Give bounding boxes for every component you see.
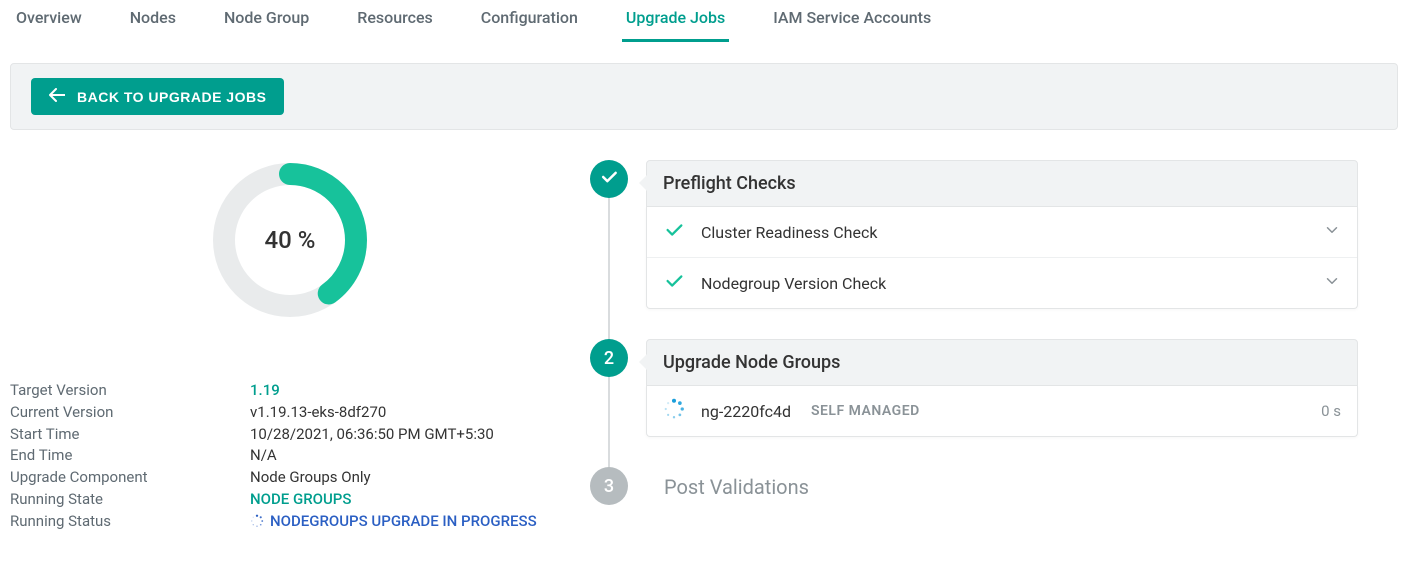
tab-overview[interactable]: Overview [12,0,86,42]
step-post-validations: 3 Post Validations [590,467,1358,505]
detail-end-time: End Time N/A [10,445,570,467]
tab-upgrade-jobs[interactable]: Upgrade Jobs [622,0,729,42]
detail-value: NODEGROUPS UPGRADE IN PROGRESS [250,511,537,533]
tab-nodes[interactable]: Nodes [126,0,180,42]
step-body: Post Validations [646,467,1358,499]
spinner-icon [663,398,685,424]
back-button-label: BACK TO UPGRADE JOBS [77,89,266,105]
tab-iam-service-accounts[interactable]: IAM Service Accounts [769,0,935,42]
progress-ring: 40 % [210,160,370,320]
detail-start-time: Start Time 10/28/2021, 06:36:50 PM GMT+5… [10,424,570,446]
detail-key: Running Status [10,511,250,533]
tab-resources[interactable]: Resources [353,0,437,42]
detail-current-version: Current Version v1.19.13-eks-8df270 [10,402,570,424]
step-items: ng-2220fc4d SELF MANAGED 0 s [646,386,1358,437]
detail-key: Start Time [10,424,250,446]
detail-value: N/A [250,445,277,467]
check-nodegroup-version[interactable]: Nodegroup Version Check [647,257,1357,308]
detail-value: 1.19 [250,380,280,402]
detail-value: v1.19.13-eks-8df270 [250,402,386,424]
step-upgrade-nodegroups: 2 Upgrade Node Groups ng-2220fc4d SELF M… [590,339,1358,437]
details: Target Version 1.19 Current Version v1.1… [10,380,570,532]
check-icon [663,270,685,296]
check-icon [599,167,619,192]
step-marker-done [590,160,628,198]
tab-node-group[interactable]: Node Group [220,0,313,42]
chevron-down-icon [1323,272,1341,294]
back-button[interactable]: BACK TO UPGRADE JOBS [31,78,284,115]
nodegroup-badge: SELF MANAGED [811,403,920,419]
step-preflight: Preflight Checks Cluster Readiness Check [590,160,1358,309]
detail-upgrade-component: Upgrade Component Node Groups Only [10,467,570,489]
nodegroup-item[interactable]: ng-2220fc4d SELF MANAGED 0 s [647,386,1357,436]
detail-running-state: Running State NODE GROUPS [10,489,570,511]
detail-target-version: Target Version 1.19 [10,380,570,402]
detail-value: Node Groups Only [250,467,371,489]
left-column: 40 % Target Version 1.19 Current Version… [10,160,570,532]
detail-value: 10/28/2021, 06:36:50 PM GMT+5:30 [250,424,494,446]
detail-key: Upgrade Component [10,467,250,489]
arrow-left-icon [49,88,65,105]
step-header-post: Post Validations [646,467,1358,499]
check-cluster-readiness[interactable]: Cluster Readiness Check [647,207,1357,257]
back-bar: BACK TO UPGRADE JOBS [10,63,1398,130]
detail-key: Target Version [10,380,250,402]
step-marker-active: 2 [590,339,628,377]
right-column: Preflight Checks Cluster Readiness Check [590,160,1398,532]
nodegroup-duration: 0 s [1321,402,1341,420]
steps-timeline: Preflight Checks Cluster Readiness Check [590,160,1358,505]
progress-wrap: 40 % [10,160,570,320]
step-header-upgrade: Upgrade Node Groups [646,339,1358,386]
step-marker-pending: 3 [590,467,628,505]
nodegroup-name: ng-2220fc4d [701,402,791,421]
step-header-preflight: Preflight Checks [646,160,1358,207]
spinner-icon [250,514,264,528]
chevron-down-icon [1323,221,1341,243]
detail-running-status: Running Status NODEGROUPS UPGRADE IN PRO… [10,511,570,533]
running-status-text: NODEGROUPS UPGRADE IN PROGRESS [270,511,537,533]
progress-percent-label: 40 % [265,226,316,254]
tab-configuration[interactable]: Configuration [477,0,582,42]
check-icon [663,219,685,245]
check-label: Nodegroup Version Check [701,274,886,293]
main: 40 % Target Version 1.19 Current Version… [0,130,1408,542]
check-label: Cluster Readiness Check [701,223,877,242]
tabs: Overview Nodes Node Group Resources Conf… [0,0,1408,43]
step-body: Upgrade Node Groups ng-2220fc4d SELF MAN… [646,339,1358,437]
detail-key: Running State [10,489,250,511]
step-items: Cluster Readiness Check Nodegroup Versio… [646,207,1358,309]
detail-key: End Time [10,445,250,467]
step-body: Preflight Checks Cluster Readiness Check [646,160,1358,309]
detail-value: NODE GROUPS [250,489,351,511]
detail-key: Current Version [10,402,250,424]
